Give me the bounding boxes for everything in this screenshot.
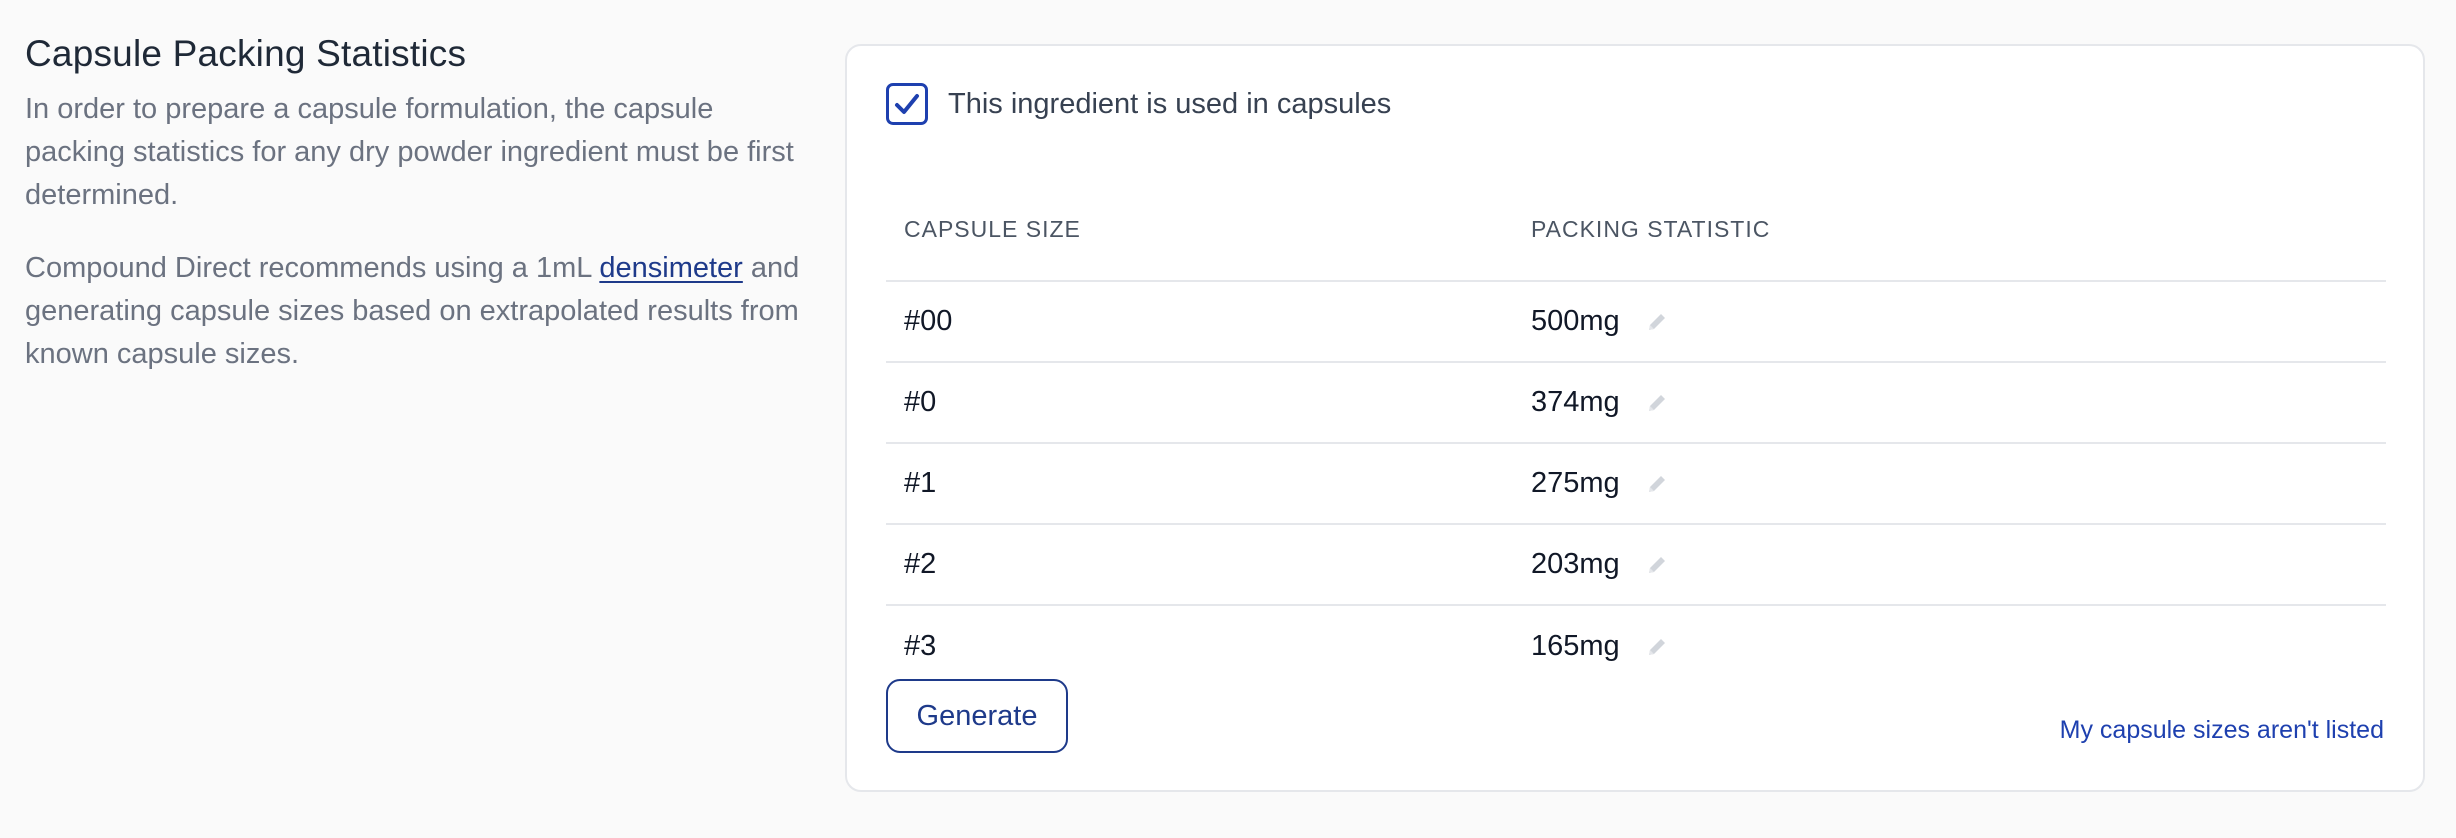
packing-stat-cell: 374mg xyxy=(1531,386,2386,419)
capsule-size-cell: #0 xyxy=(904,386,937,418)
capsule-size-cell: #1 xyxy=(904,467,937,499)
table-row: #2 203mg xyxy=(886,525,2386,606)
table-row: #3 165mg xyxy=(886,606,2386,687)
pencil-icon[interactable] xyxy=(1646,392,1668,414)
table-row: #1 275mg xyxy=(886,444,2386,525)
capsules-used-checkbox[interactable] xyxy=(886,83,928,125)
capsule-sizes-not-listed-link[interactable]: My capsule sizes aren't listed xyxy=(2060,716,2384,745)
capsule-stats-card: This ingredient is used in capsules CAPS… xyxy=(845,44,2425,792)
capsule-size-cell: #3 xyxy=(904,630,937,662)
capsules-used-checkbox-row[interactable]: This ingredient is used in capsules xyxy=(886,83,1391,125)
packing-stat-value: 275mg xyxy=(1531,467,1620,499)
packing-stat-cell: 203mg xyxy=(1531,548,2386,581)
packing-stat-cell: 275mg xyxy=(1531,467,2386,500)
packing-stat-value: 203mg xyxy=(1531,548,1620,580)
densimeter-recommendation: Compound Direct recommends using a 1mL d… xyxy=(25,247,805,376)
column-header-packing-statistic: PACKING STATISTIC xyxy=(1531,216,1771,242)
capsule-stats-table: CAPSULE SIZE PACKING STATISTIC #00 500mg… xyxy=(886,186,2386,687)
packing-stat-value: 165mg xyxy=(1531,630,1620,662)
section-title: Capsule Packing Statistics xyxy=(25,33,467,74)
packing-stat-value: 374mg xyxy=(1531,386,1620,418)
section-description: In order to prepare a capsule formulatio… xyxy=(25,93,794,211)
pencil-icon[interactable] xyxy=(1646,473,1668,495)
packing-stat-cell: 500mg xyxy=(1531,305,2386,338)
checkmark-icon xyxy=(895,94,919,114)
pencil-icon[interactable] xyxy=(1646,636,1668,658)
capsules-used-label: This ingredient is used in capsules xyxy=(948,87,1392,120)
densimeter-link[interactable]: densimeter xyxy=(599,252,742,284)
column-header-capsule-size: CAPSULE SIZE xyxy=(904,216,1081,242)
table-row: #00 500mg xyxy=(886,282,2386,363)
capsule-size-cell: #00 xyxy=(904,305,953,337)
packing-stat-value: 500mg xyxy=(1531,305,1620,337)
recommendation-prefix: Compound Direct recommends using a 1mL xyxy=(25,252,600,284)
pencil-icon[interactable] xyxy=(1646,311,1668,333)
pencil-icon[interactable] xyxy=(1646,554,1668,576)
generate-button[interactable]: Generate xyxy=(886,679,1068,753)
capsule-size-cell: #2 xyxy=(904,548,937,580)
packing-stat-cell: 165mg xyxy=(1531,630,2386,663)
capsule-stats-intro: Capsule Packing Statistics In order to p… xyxy=(25,30,805,376)
table-header: CAPSULE SIZE PACKING STATISTIC xyxy=(886,186,2386,282)
table-row: #0 374mg xyxy=(886,363,2386,444)
